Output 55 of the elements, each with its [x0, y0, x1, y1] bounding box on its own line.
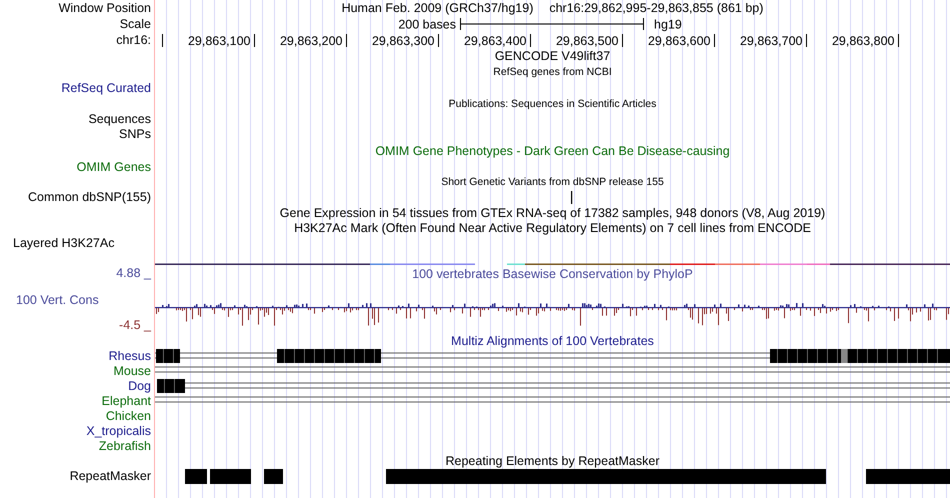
track-title: Repeating Elements by RepeatMasker [445, 454, 660, 469]
track-subtitle: Publications: Sequences in Scientific Articles [448, 96, 656, 112]
row-label: Window Position [58, 0, 151, 16]
track-label: Sequences [88, 112, 151, 127]
ruler-tick [898, 34, 899, 48]
species-label: X_tropicalis [86, 424, 151, 439]
ruler-tick [254, 34, 255, 48]
assembly-text: hg19 [654, 18, 682, 32]
axis-min-label: -4.5 _ [119, 318, 151, 333]
track-title: Gene Expression in 54 tissues from GTEx RNA-seq of 17382 samples, 948 donors (V8, Aug 2019) [280, 206, 826, 220]
row-label: chr16: [116, 32, 151, 48]
track-label: RepeatMasker [70, 469, 151, 484]
ruler-label: 29,863,800 [832, 34, 894, 48]
species-label: Rhesus [108, 349, 151, 364]
track-subtitle: Short Genetic Variants from dbSNP release 155 [441, 175, 664, 190]
track-title: Multiz Alignments of 100 Vertebrates [451, 334, 654, 349]
repeat-element [185, 469, 207, 484]
track-label: RefSeq Curated [61, 80, 151, 96]
repeat-element [264, 469, 283, 484]
track-title: OMIM Gene Phenotypes - Dark Green Can Be Disease-causing [375, 144, 730, 158]
species-label: Mouse [113, 364, 151, 379]
ruler-tick [530, 34, 531, 48]
ruler-label: 29,863,500 [556, 34, 618, 48]
ruler-tick [438, 34, 439, 48]
track-title: 100 vertebrates Basewise Conservation by PhyloP [412, 267, 693, 283]
ruler-tick [714, 34, 715, 48]
scale-text: 200 bases [398, 18, 456, 32]
row-label: Scale [120, 16, 151, 32]
assembly-title: Human Feb. 2009 (GRCh37/hg19) [342, 0, 534, 16]
ruler-tick [162, 34, 163, 48]
track-label: SNPs [119, 127, 151, 142]
ruler-label: 29,863,300 [372, 34, 434, 48]
species-label: Dog [128, 379, 151, 394]
species-label: Chicken [106, 409, 151, 424]
ruler-tick [806, 34, 807, 48]
track-label: Layered H3K27Ac [13, 236, 114, 251]
ruler-label: 29,863,200 [280, 34, 342, 48]
species-label: Elephant [102, 394, 151, 409]
ruler-label: 29,863,400 [464, 34, 526, 48]
track-label: 100 Vert. Cons [15, 293, 99, 308]
track-title: H3K27Ac Mark (Often Found Near Active Regulatory Elements) on 7 cell lines from ENCODE [294, 221, 811, 236]
track-title: GENCODE V49lift37 [494, 48, 610, 64]
ruler-tick [346, 34, 347, 48]
track-label: Common dbSNP(155) [28, 190, 151, 205]
ruler-label: 29,863,700 [740, 34, 802, 48]
variant-mark [571, 191, 572, 204]
axis-max-label: 4.88 _ [116, 266, 151, 280]
track-label: OMIM Genes [76, 160, 151, 175]
ruler-tick [622, 34, 623, 48]
repeat-element [210, 469, 251, 484]
ruler-label: 29,863,600 [648, 34, 710, 48]
ruler-label: 29,863,100 [188, 34, 250, 48]
position-text: chr16:29,862,995-29,863,855 (861 bp) [549, 0, 764, 16]
track-subtitle: RefSeq genes from NCBI [493, 64, 612, 80]
species-label: Zebrafish [98, 439, 151, 454]
